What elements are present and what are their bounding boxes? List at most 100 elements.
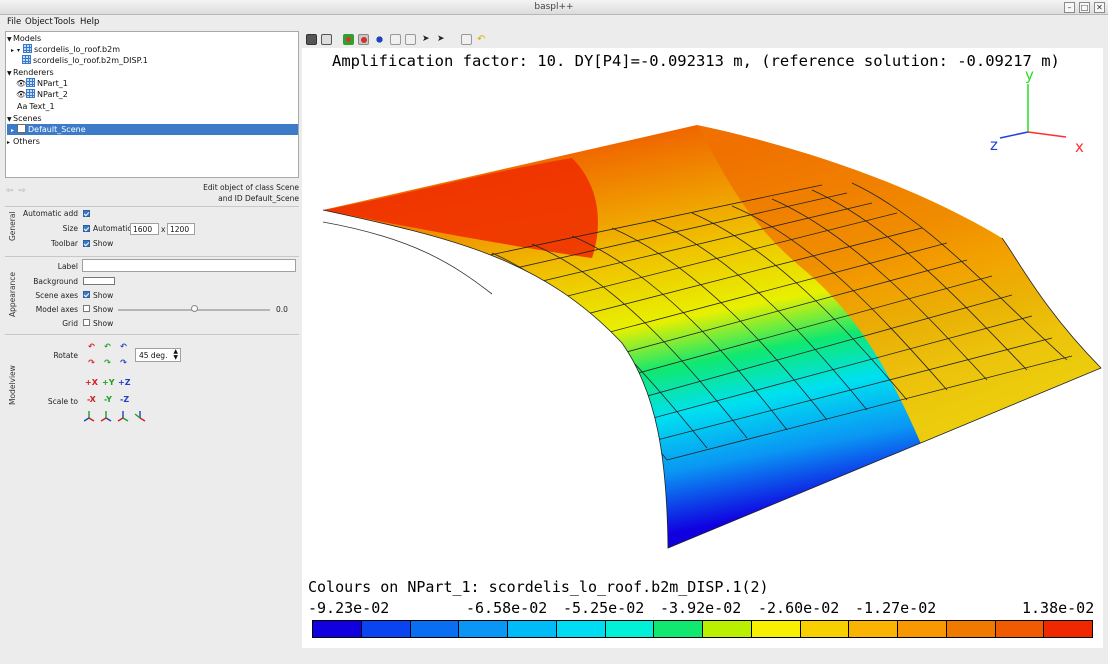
grid-show-label: Show <box>93 319 114 328</box>
scene-axes-label: Scene axes <box>35 291 78 300</box>
rotate-x-ccw-icon[interactable]: ↶ <box>86 341 97 352</box>
pointer-icon[interactable]: ➤ <box>422 34 433 45</box>
zoom-icon[interactable] <box>374 34 385 45</box>
view-minus-y-button[interactable]: -Y <box>104 395 112 404</box>
color-bar-cell <box>605 621 655 637</box>
scene-axes-show-label: Show <box>93 291 114 300</box>
print-icon[interactable] <box>306 34 317 45</box>
rotate-angle-spinbox[interactable]: 45 deg. ▲ ▼ <box>135 348 181 362</box>
view-minus-x-button[interactable]: -X <box>87 395 96 404</box>
rotate-z-ccw-icon[interactable]: ↶ <box>118 341 129 352</box>
legend-tick: -9.23e-02 <box>308 599 390 617</box>
tree-scene-default[interactable]: ▸ Default_Scene <box>7 124 298 135</box>
scene-icon <box>17 124 26 133</box>
size-automatic-checkbox[interactable] <box>83 225 90 232</box>
rotate-y-ccw-icon[interactable]: ↶ <box>102 341 113 352</box>
window-title: baspl++ <box>534 2 574 12</box>
size-x-label: x <box>161 225 166 234</box>
home-icon[interactable] <box>390 34 401 45</box>
mesh-icon <box>26 89 35 98</box>
fit-view-icon[interactable] <box>405 34 416 45</box>
automatic-add-label: Automatic add <box>23 209 78 218</box>
background-color-swatch[interactable] <box>83 277 115 285</box>
add-icon[interactable] <box>461 34 472 45</box>
tree-model-item[interactable]: ▸ ▾ scordelis_lo_roof.b2m <box>11 44 120 55</box>
group-label-modelview: Modelview <box>8 365 17 405</box>
view-plus-z-button[interactable]: +Z <box>118 378 131 387</box>
grid-checkbox[interactable] <box>83 319 90 326</box>
viewer-canvas[interactable]: Amplification factor: 10. DY[P4]=-0.0923… <box>302 48 1103 648</box>
tree-scenes[interactable]: ▼Scenes <box>7 113 42 124</box>
tree-scenes-label: Scenes <box>13 114 42 123</box>
view-minus-z-button[interactable]: -Z <box>120 395 129 404</box>
tree-renderers[interactable]: ▼Renderers <box>7 67 54 78</box>
minimize-button[interactable]: – <box>1064 2 1075 13</box>
color-bar-cell <box>313 621 362 637</box>
view-plus-x-button[interactable]: +X <box>85 378 98 387</box>
scene-axes-checkbox[interactable] <box>83 291 90 298</box>
group-label-appearance: Appearance <box>8 271 17 317</box>
tree-renderer-text1[interactable]: Aa Text_1 <box>17 101 55 112</box>
eye-icon[interactable]: 👁 <box>16 78 26 89</box>
tree-renderer-npart1[interactable]: 👁 NPart_1 <box>16 78 68 89</box>
height-input[interactable]: 1200 <box>167 223 195 235</box>
window-titlebar: baspl++ – □ ✕ <box>0 0 1108 15</box>
tree-models[interactable]: ▼Models <box>7 33 41 44</box>
eye-icon[interactable]: 👁 <box>16 89 26 100</box>
axis-label-y: y <box>1025 66 1034 84</box>
tree-others[interactable]: ▸ Others <box>7 136 40 147</box>
iso-view-4-icon[interactable] <box>134 411 146 422</box>
color-bar-cell <box>849 621 898 637</box>
color-bar-cell <box>800 621 850 637</box>
edit-info-line2: and ID Default_Scene <box>218 194 299 203</box>
iso-view-2-icon[interactable] <box>100 411 112 422</box>
tree-renderer-label: NPart_2 <box>37 90 68 99</box>
axis-orientation-buttons <box>84 411 146 422</box>
undo-icon[interactable]: ↶ <box>477 34 488 45</box>
tree-scene-label: Default_Scene <box>28 125 86 134</box>
iso-view-1-icon[interactable] <box>84 411 95 422</box>
toolbar-label: Toolbar <box>50 239 78 248</box>
view-plus-y-button[interactable]: +Y <box>102 378 115 387</box>
color-bar-cell <box>703 621 752 637</box>
color-bar <box>312 620 1093 638</box>
menu-object[interactable]: Object <box>25 17 53 27</box>
move-icon[interactable] <box>343 34 354 45</box>
color-bar-cell <box>751 621 801 637</box>
tree-models-label: Models <box>13 34 42 43</box>
label-input[interactable] <box>82 259 296 272</box>
edit-info: Edit object of class Scene and ID Defaul… <box>203 182 299 204</box>
legend-title: Colours on NPart_1: scordelis_lo_roof.b2… <box>308 578 769 596</box>
legend-tick: -1.27e-02 <box>855 599 937 617</box>
rotate-z-cw-icon[interactable]: ↷ <box>118 357 129 368</box>
rotate-tool-icon[interactable] <box>358 34 369 45</box>
width-input[interactable]: 1600 <box>130 223 159 235</box>
mesh-icon <box>26 78 35 87</box>
close-button[interactable]: ✕ <box>1094 2 1105 13</box>
color-bar-cell <box>410 621 460 637</box>
rotate-y-cw-icon[interactable]: ↷ <box>102 357 113 368</box>
camera-icon[interactable] <box>321 34 332 45</box>
maximize-button[interactable]: □ <box>1079 2 1090 13</box>
toolbar-show-checkbox[interactable] <box>83 240 90 247</box>
scale-to-label: Scale to <box>47 397 78 406</box>
select-icon[interactable]: ➤ <box>437 34 448 45</box>
tree-renderer-npart2[interactable]: 👁 NPart_2 <box>16 89 68 100</box>
menu-tools[interactable]: Tools <box>54 17 75 27</box>
background-label: Background <box>33 277 78 286</box>
tree-renderer-label: Text_1 <box>29 102 55 111</box>
menu-help[interactable]: Help <box>80 17 99 27</box>
spin-arrows-icon[interactable]: ▲ ▼ <box>173 349 178 361</box>
iso-view-3-icon[interactable] <box>117 411 129 422</box>
forward-arrow-icon[interactable]: ⇨ <box>18 186 26 196</box>
tree-model-label: scordelis_lo_roof.b2m <box>34 45 120 54</box>
roof-mesh <box>322 84 1102 549</box>
model-axes-checkbox[interactable] <box>83 305 90 312</box>
model-axes-slider-handle[interactable] <box>191 305 198 312</box>
automatic-add-checkbox[interactable] <box>83 210 90 217</box>
rotate-x-cw-icon[interactable]: ↷ <box>86 357 97 368</box>
menu-file[interactable]: File <box>7 17 21 27</box>
tree-model-child[interactable]: scordelis_lo_roof.b2m_DISP.1 <box>22 55 148 66</box>
legend-tick: -6.58e-02 <box>466 599 548 617</box>
back-arrow-icon[interactable]: ⇦ <box>6 186 14 196</box>
